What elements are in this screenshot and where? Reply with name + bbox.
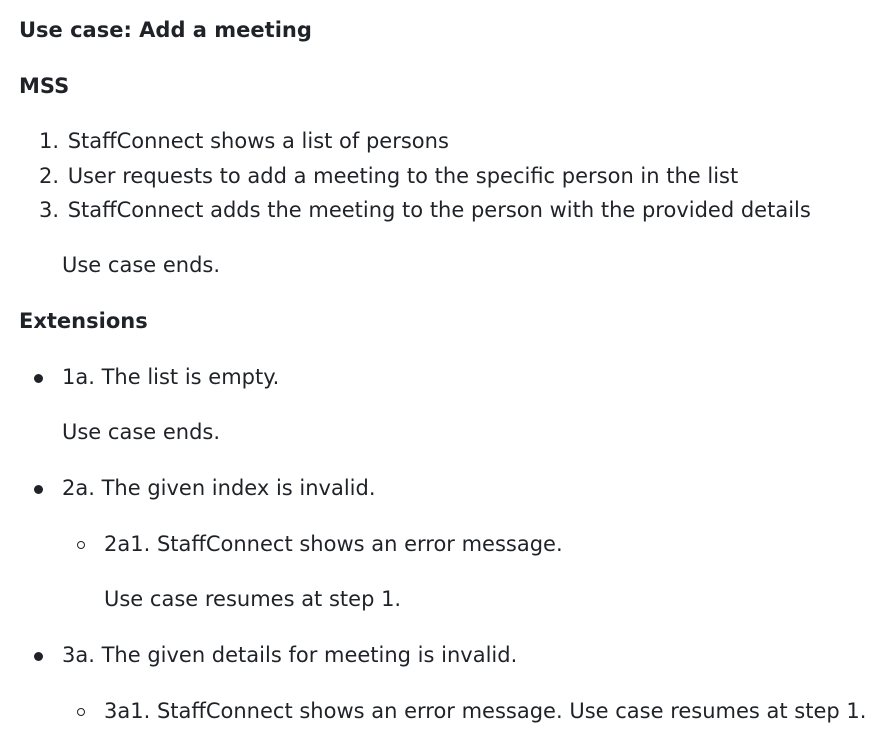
circle-bullet-icon [77, 541, 85, 549]
mss-step-3: 3. StaffConnect adds the meeting to the … [19, 196, 811, 224]
extensions-heading: Extensions [19, 309, 148, 333]
extension-2a1-end: Use case resumes at step 1. [104, 587, 402, 611]
extension-1a-end: Use case ends. [62, 420, 221, 444]
extension-2a1: 2a1. StaffConnect shows an error message… [104, 532, 563, 556]
bullet-icon [34, 652, 43, 661]
step-number: 2. [38, 164, 59, 188]
extension-3a: 3a. The given details for meeting is inv… [62, 643, 518, 667]
bullet-icon [34, 485, 43, 494]
mss-end-text: Use case ends. [62, 253, 221, 277]
circle-bullet-icon [77, 708, 85, 716]
use-case-document: Use case: Add a meeting MSS 1. StaffConn… [0, 0, 894, 756]
extension-2a: 2a. The given index is invalid. [62, 476, 376, 500]
step-text: User requests to add a meeting to the sp… [67, 164, 739, 188]
extension-3a1: 3a1. StaffConnect shows an error message… [104, 699, 867, 723]
step-text: StaffConnect adds the meeting to the per… [67, 198, 811, 222]
step-number: 3. [38, 198, 59, 222]
mss-heading: MSS [19, 74, 70, 98]
extension-1a: 1a. The list is empty. [62, 365, 280, 389]
step-number: 1. [38, 129, 59, 153]
mss-step-1: 1. StaffConnect shows a list of persons [19, 127, 449, 155]
mss-step-2: 2. User requests to add a meeting to the… [19, 162, 738, 190]
bullet-icon [34, 374, 43, 383]
step-text: StaffConnect shows a list of persons [67, 129, 449, 153]
use-case-title: Use case: Add a meeting [19, 18, 312, 42]
